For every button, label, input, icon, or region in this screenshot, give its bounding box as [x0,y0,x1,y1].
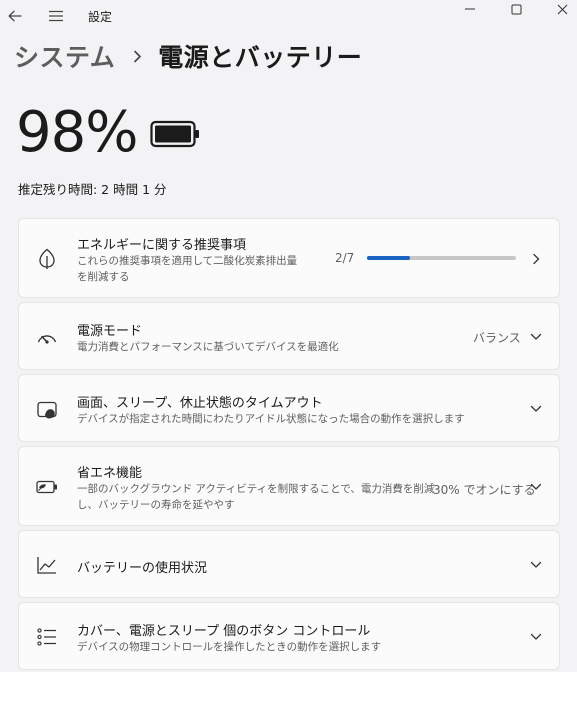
close-button[interactable] [537,0,577,18]
power-mode-dropdown-value[interactable]: バランス [473,329,521,346]
leaf-icon [35,247,59,271]
chevron-down-icon[interactable] [529,330,543,344]
power-mode-gauge-icon [35,325,59,349]
back-arrow-icon[interactable] [4,5,26,27]
breadcrumb-parent-system[interactable]: システム [14,38,115,74]
settings-window: 設定 システム 電源とバッテリー 98% 推定残り時間: 2 時間 1 分 エネ… [0,0,577,672]
chevron-right-icon [133,50,142,63]
recommendation-progress-label: 2/7 [335,251,355,265]
maximize-button[interactable] [491,0,541,18]
app-title: 設定 [88,10,113,24]
battery-usage-card[interactable]: バッテリーの使用状況 [18,530,560,598]
card-description-line2: を削減する [77,271,130,283]
hamburger-menu-icon[interactable] [45,5,67,27]
card-title: 省エネ機能 [77,466,143,481]
usage-chart-icon [35,553,59,577]
screen-sleep-icon [35,398,59,422]
button-controls-card[interactable]: カバー、電源とスリープ 個のボタン コントロール デバイスの物理コントロールを操… [18,602,560,670]
card-title: カバー、電源とスリープ 個のボタン コントロール [77,624,371,639]
card-description: デバイスの物理コントロールを操作したときの動作を選択します [77,641,382,653]
chevron-down-icon[interactable] [529,630,543,644]
card-title: エネルギーに関する推奨事項 [77,238,247,253]
page-title: 電源とバッテリー [158,43,363,72]
chevron-down-icon[interactable] [529,402,543,416]
power-mode-card[interactable]: 電源モード 電力消費とパフォーマンスに基づいてデバイスを最適化 バランス [18,302,560,370]
card-description-line1: これらの推奨事項を適用して二酸化炭素排出量 [77,255,298,267]
chevron-down-icon[interactable] [529,558,543,572]
remaining-time: 推定残り時間: 2 時間 1 分 [18,182,167,197]
battery-saver-threshold-value[interactable]: 30% でオンにする [433,481,536,498]
list-icon [35,625,59,649]
recommendation-progress-fill [367,256,410,260]
title-bar: 設定 [0,0,577,34]
energy-recommendations-card[interactable]: エネルギーに関する推奨事項 これらの推奨事項を適用して二酸化炭素排出量 を削減す… [18,218,560,298]
card-title: 電源モード [77,324,143,339]
card-description: デバイスが指定された時間にわたりアイドル状態になった場合の動作を選択します [77,413,465,425]
battery-percentage: 98% [16,100,138,165]
card-title: 画面、スリープ、休止状態のタイムアウト [77,396,323,411]
battery-saver-icon [35,475,59,499]
card-title: バッテリーの使用状況 [77,561,208,576]
chevron-right-icon[interactable] [529,252,543,266]
card-description-line1: 一部のバックグラウンド アクティビティを制限することで、電力消費を削減 [77,483,435,495]
battery-icon [150,120,200,152]
breadcrumb: システム 電源とバッテリー [14,38,362,74]
screen-sleep-timeout-card[interactable]: 画面、スリープ、休止状態のタイムアウト デバイスが指定された時間にわたりアイドル… [18,374,560,442]
battery-saver-card[interactable]: 省エネ機能 一部のバックグラウンド アクティビティを制限することで、電力消費を削… [18,446,560,526]
card-description: 電力消費とパフォーマンスに基づいてデバイスを最適化 [77,341,339,353]
chevron-down-icon[interactable] [529,480,543,494]
card-description-line2: し、バッテリーの寿命を延ややす [77,499,235,511]
minimize-button[interactable] [445,0,495,18]
recommendation-progress-bar [367,256,516,260]
